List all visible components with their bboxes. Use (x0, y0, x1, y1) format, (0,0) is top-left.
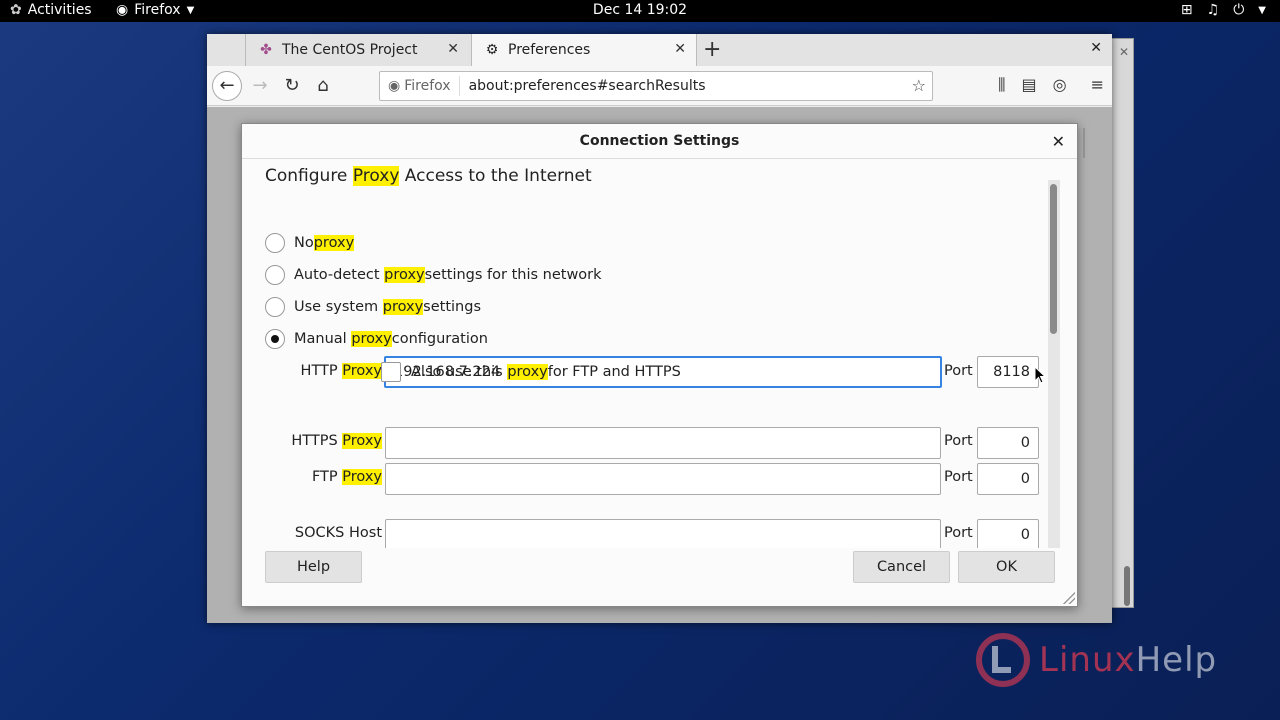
back-button[interactable]: ← (212, 71, 242, 101)
socks-host-input[interactable] (385, 519, 941, 548)
cancel-button[interactable]: Cancel (853, 551, 950, 583)
chevron-down-icon: ▼ (1258, 4, 1266, 16)
top-bar: ✿ Activities ◉ Firefox ▼ Dec 14 19:02 ⊞ … (0, 0, 1280, 22)
library-icon[interactable]: ⫼ (998, 75, 1005, 95)
connection-settings-dialog: Connection Settings ✕ Configure Proxy Ac… (241, 123, 1078, 607)
new-tab-button[interactable]: + (703, 37, 721, 62)
reload-button[interactable]: ↻ (279, 73, 305, 99)
window-close-button[interactable]: ✕ (1090, 40, 1102, 56)
forward-button[interactable]: → (247, 73, 273, 99)
socks-host-label: SOCKS Host (294, 525, 382, 541)
power-icon: ⏻ (1233, 2, 1245, 18)
scrollbar-thumb[interactable] (1050, 184, 1057, 334)
ok-button[interactable]: OK (958, 551, 1055, 583)
volume-icon: ♫ (1206, 2, 1220, 18)
url-bar[interactable]: ◉ Firefox about:preferences#searchResult… (379, 71, 933, 101)
dialog-scroll-area: SOCKS Host Port 0 (242, 160, 1047, 548)
tab-centos[interactable]: ✤ The CentOS Project ✕ (245, 34, 469, 66)
sidebar-icon[interactable]: ▤ (1022, 75, 1037, 95)
network-icon: ⊞ (1180, 2, 1193, 18)
toolbar-right: ⫼ ▤ ◎ ≡ (998, 75, 1104, 95)
mouse-cursor-icon (1034, 366, 1046, 384)
firefox-icon: ◉ (388, 78, 401, 94)
socks-port-label: Port (944, 525, 973, 541)
tab-bar: ✤ The CentOS Project ✕ ⚙ Preferences ✕ +… (207, 34, 1112, 66)
identity-box[interactable]: ◉ Firefox (380, 76, 460, 96)
nav-bar: ← → ↻ ⌂ ◉ Firefox about:preferences#sear… (207, 66, 1112, 106)
help-button[interactable]: Help (265, 551, 362, 583)
linuxhelp-logo: LinuxHelp (975, 632, 1217, 688)
socks-port-input[interactable]: 0 (977, 519, 1039, 548)
tab-close-icon[interactable]: ✕ (674, 41, 686, 57)
gear-icon: ⚙ (485, 42, 499, 58)
system-tray[interactable]: ⊞ ♫ ⏻ ▼ (1181, 2, 1266, 18)
resize-grip[interactable] (1063, 592, 1075, 604)
tab-close-icon[interactable]: ✕ (447, 41, 459, 57)
background-scrollbar (1124, 566, 1130, 606)
dialog-scrollbar[interactable] (1048, 180, 1060, 548)
account-icon[interactable]: ◎ (1053, 75, 1067, 95)
bookmark-star-icon[interactable]: ☆ (912, 76, 926, 95)
home-button[interactable]: ⌂ (310, 73, 336, 99)
linuxhelp-logo-icon (976, 633, 1030, 687)
close-icon[interactable]: ✕ (1052, 132, 1065, 151)
tab-preferences[interactable]: ⚙ Preferences ✕ (471, 34, 697, 66)
dialog-title: Connection Settings (242, 124, 1077, 159)
clock[interactable]: Dec 14 19:02 (0, 2, 1280, 18)
logo-text: LinuxHelp (1039, 640, 1218, 680)
ghost-divider (1083, 128, 1085, 158)
url-text[interactable]: about:preferences#searchResults (460, 78, 706, 94)
menu-icon[interactable]: ≡ (1091, 75, 1104, 95)
centos-logo-icon: ✤ (260, 42, 272, 58)
close-icon: ✕ (1118, 45, 1129, 59)
